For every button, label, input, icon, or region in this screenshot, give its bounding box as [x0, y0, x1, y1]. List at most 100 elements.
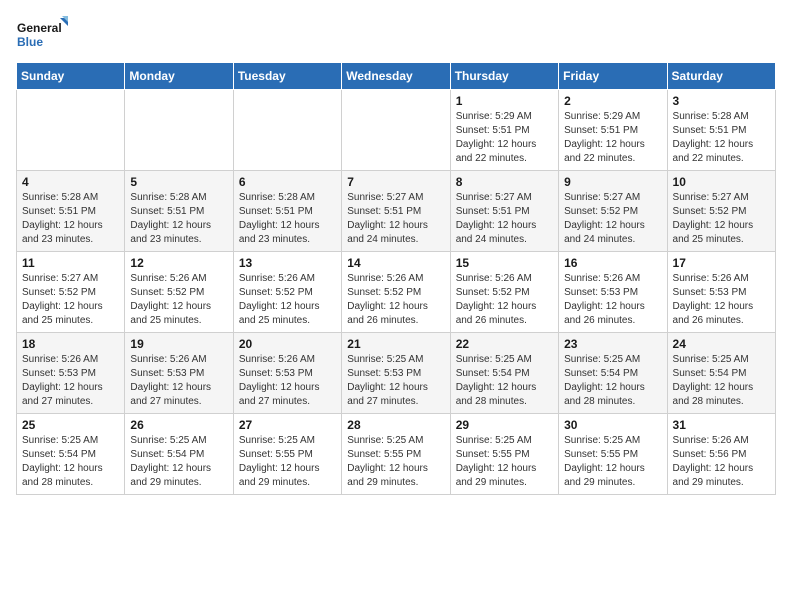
calendar-cell: 1 Sunrise: 5:29 AM Sunset: 5:51 PM Daylig…: [450, 90, 558, 171]
calendar-week-3: 11 Sunrise: 5:27 AM Sunset: 5:52 PM Dayli…: [17, 252, 776, 333]
calendar-cell: 23Sunrise: 5:25 AM Sunset: 5:54 PM Dayli…: [559, 333, 667, 414]
day-info: Sunrise: 5:25 AM Sunset: 5:54 PM Dayligh…: [456, 353, 553, 409]
weekday-header-friday: Friday: [559, 63, 667, 90]
day-number: 14: [347, 256, 444, 270]
day-info: Sunrise: 5:26 AM Sunset: 5:53 PM Dayligh…: [673, 272, 770, 328]
weekday-header-monday: Monday: [125, 63, 233, 90]
calendar-cell: 19 Sunrise: 5:26 AM Sunset: 5:53 PM Dayli…: [125, 333, 233, 414]
day-number: 1: [456, 94, 553, 108]
calendar-cell: 26 Sunrise: 5:25 AM Sunset: 5:54 PM Dayli…: [125, 414, 233, 495]
calendar-cell: 12Sunrise: 5:26 AM Sunset: 5:52 PM Dayli…: [125, 252, 233, 333]
calendar-cell: 14 Sunrise: 5:26 AM Sunset: 5:52 PM Dayli…: [342, 252, 450, 333]
calendar-cell: [233, 90, 341, 171]
day-info: Sunrise: 5:27 AM Sunset: 5:52 PM Dayligh…: [564, 191, 661, 247]
svg-text:General: General: [17, 21, 62, 35]
calendar-cell: 10 Sunrise: 5:27 AM Sunset: 5:52 PM Dayli…: [667, 171, 775, 252]
calendar-cell: [342, 90, 450, 171]
day-info: Sunrise: 5:27 AM Sunset: 5:51 PM Dayligh…: [347, 191, 444, 247]
logo-svg: General Blue: [16, 16, 68, 54]
day-info: Sunrise: 5:25 AM Sunset: 5:54 PM Dayligh…: [673, 353, 770, 409]
calendar-cell: 21Sunrise: 5:25 AM Sunset: 5:53 PM Dayli…: [342, 333, 450, 414]
day-number: 16: [564, 256, 661, 270]
day-number: 8: [456, 175, 553, 189]
day-number: 25: [22, 418, 119, 432]
calendar-cell: 25 Sunrise: 5:25 AM Sunset: 5:54 PM Dayli…: [17, 414, 125, 495]
weekday-header-saturday: Saturday: [667, 63, 775, 90]
calendar-cell: 7 Sunrise: 5:27 AM Sunset: 5:51 PM Daylig…: [342, 171, 450, 252]
calendar-week-4: 18 Sunrise: 5:26 AM Sunset: 5:53 PM Dayli…: [17, 333, 776, 414]
day-number: 17: [673, 256, 770, 270]
day-number: 18: [22, 337, 119, 351]
logo: General Blue: [16, 16, 68, 54]
day-info: Sunrise: 5:26 AM Sunset: 5:53 PM Dayligh…: [564, 272, 661, 328]
day-number: 2: [564, 94, 661, 108]
day-number: 13: [239, 256, 336, 270]
calendar-cell: 8Sunrise: 5:27 AM Sunset: 5:51 PM Daylig…: [450, 171, 558, 252]
calendar-cell: 17 Sunrise: 5:26 AM Sunset: 5:53 PM Dayli…: [667, 252, 775, 333]
day-info: Sunrise: 5:25 AM Sunset: 5:54 PM Dayligh…: [130, 434, 227, 490]
day-info: Sunrise: 5:26 AM Sunset: 5:53 PM Dayligh…: [239, 353, 336, 409]
weekday-header-row: SundayMondayTuesdayWednesdayThursdayFrid…: [17, 63, 776, 90]
day-number: 5: [130, 175, 227, 189]
calendar-cell: 29 Sunrise: 5:25 AM Sunset: 5:55 PM Dayli…: [450, 414, 558, 495]
calendar-cell: [17, 90, 125, 171]
calendar-cell: 28 Sunrise: 5:25 AM Sunset: 5:55 PM Dayli…: [342, 414, 450, 495]
day-info: Sunrise: 5:28 AM Sunset: 5:51 PM Dayligh…: [673, 110, 770, 166]
calendar-cell: 11 Sunrise: 5:27 AM Sunset: 5:52 PM Dayli…: [17, 252, 125, 333]
day-info: Sunrise: 5:25 AM Sunset: 5:55 PM Dayligh…: [564, 434, 661, 490]
day-number: 19: [130, 337, 227, 351]
day-number: 12: [130, 256, 227, 270]
weekday-header-tuesday: Tuesday: [233, 63, 341, 90]
day-info: Sunrise: 5:26 AM Sunset: 5:53 PM Dayligh…: [22, 353, 119, 409]
day-number: 30: [564, 418, 661, 432]
calendar-cell: 13Sunrise: 5:26 AM Sunset: 5:52 PM Dayli…: [233, 252, 341, 333]
calendar-cell: 4 Sunrise: 5:28 AM Sunset: 5:51 PM Daylig…: [17, 171, 125, 252]
day-number: 6: [239, 175, 336, 189]
day-info: Sunrise: 5:26 AM Sunset: 5:52 PM Dayligh…: [456, 272, 553, 328]
day-info: Sunrise: 5:28 AM Sunset: 5:51 PM Dayligh…: [130, 191, 227, 247]
day-number: 24: [673, 337, 770, 351]
day-number: 26: [130, 418, 227, 432]
calendar-week-5: 25 Sunrise: 5:25 AM Sunset: 5:54 PM Dayli…: [17, 414, 776, 495]
day-number: 29: [456, 418, 553, 432]
weekday-header-sunday: Sunday: [17, 63, 125, 90]
day-info: Sunrise: 5:28 AM Sunset: 5:51 PM Dayligh…: [22, 191, 119, 247]
calendar-cell: 3 Sunrise: 5:28 AM Sunset: 5:51 PM Daylig…: [667, 90, 775, 171]
day-info: Sunrise: 5:27 AM Sunset: 5:52 PM Dayligh…: [673, 191, 770, 247]
calendar-cell: 9 Sunrise: 5:27 AM Sunset: 5:52 PM Daylig…: [559, 171, 667, 252]
day-info: Sunrise: 5:29 AM Sunset: 5:51 PM Dayligh…: [564, 110, 661, 166]
day-info: Sunrise: 5:26 AM Sunset: 5:56 PM Dayligh…: [673, 434, 770, 490]
day-number: 27: [239, 418, 336, 432]
day-number: 3: [673, 94, 770, 108]
day-number: 15: [456, 256, 553, 270]
calendar-week-1: 1 Sunrise: 5:29 AM Sunset: 5:51 PM Daylig…: [17, 90, 776, 171]
day-number: 10: [673, 175, 770, 189]
calendar-cell: 15 Sunrise: 5:26 AM Sunset: 5:52 PM Dayli…: [450, 252, 558, 333]
day-number: 28: [347, 418, 444, 432]
day-number: 4: [22, 175, 119, 189]
calendar-cell: 27 Sunrise: 5:25 AM Sunset: 5:55 PM Dayli…: [233, 414, 341, 495]
calendar-table: SundayMondayTuesdayWednesdayThursdayFrid…: [16, 62, 776, 495]
day-number: 9: [564, 175, 661, 189]
day-number: 11: [22, 256, 119, 270]
day-info: Sunrise: 5:26 AM Sunset: 5:53 PM Dayligh…: [130, 353, 227, 409]
calendar-cell: 31Sunrise: 5:26 AM Sunset: 5:56 PM Dayli…: [667, 414, 775, 495]
day-info: Sunrise: 5:26 AM Sunset: 5:52 PM Dayligh…: [347, 272, 444, 328]
day-number: 22: [456, 337, 553, 351]
calendar-cell: 18 Sunrise: 5:26 AM Sunset: 5:53 PM Dayli…: [17, 333, 125, 414]
calendar-cell: 2 Sunrise: 5:29 AM Sunset: 5:51 PM Daylig…: [559, 90, 667, 171]
calendar-cell: 30 Sunrise: 5:25 AM Sunset: 5:55 PM Dayli…: [559, 414, 667, 495]
day-info: Sunrise: 5:29 AM Sunset: 5:51 PM Dayligh…: [456, 110, 553, 166]
day-info: Sunrise: 5:27 AM Sunset: 5:52 PM Dayligh…: [22, 272, 119, 328]
day-info: Sunrise: 5:25 AM Sunset: 5:55 PM Dayligh…: [347, 434, 444, 490]
weekday-header-thursday: Thursday: [450, 63, 558, 90]
day-info: Sunrise: 5:25 AM Sunset: 5:53 PM Dayligh…: [347, 353, 444, 409]
calendar-cell: [125, 90, 233, 171]
day-number: 7: [347, 175, 444, 189]
day-info: Sunrise: 5:25 AM Sunset: 5:54 PM Dayligh…: [22, 434, 119, 490]
calendar-cell: 5 Sunrise: 5:28 AM Sunset: 5:51 PM Daylig…: [125, 171, 233, 252]
day-info: Sunrise: 5:25 AM Sunset: 5:55 PM Dayligh…: [239, 434, 336, 490]
day-number: 23: [564, 337, 661, 351]
day-info: Sunrise: 5:25 AM Sunset: 5:55 PM Dayligh…: [456, 434, 553, 490]
calendar-week-2: 4 Sunrise: 5:28 AM Sunset: 5:51 PM Daylig…: [17, 171, 776, 252]
